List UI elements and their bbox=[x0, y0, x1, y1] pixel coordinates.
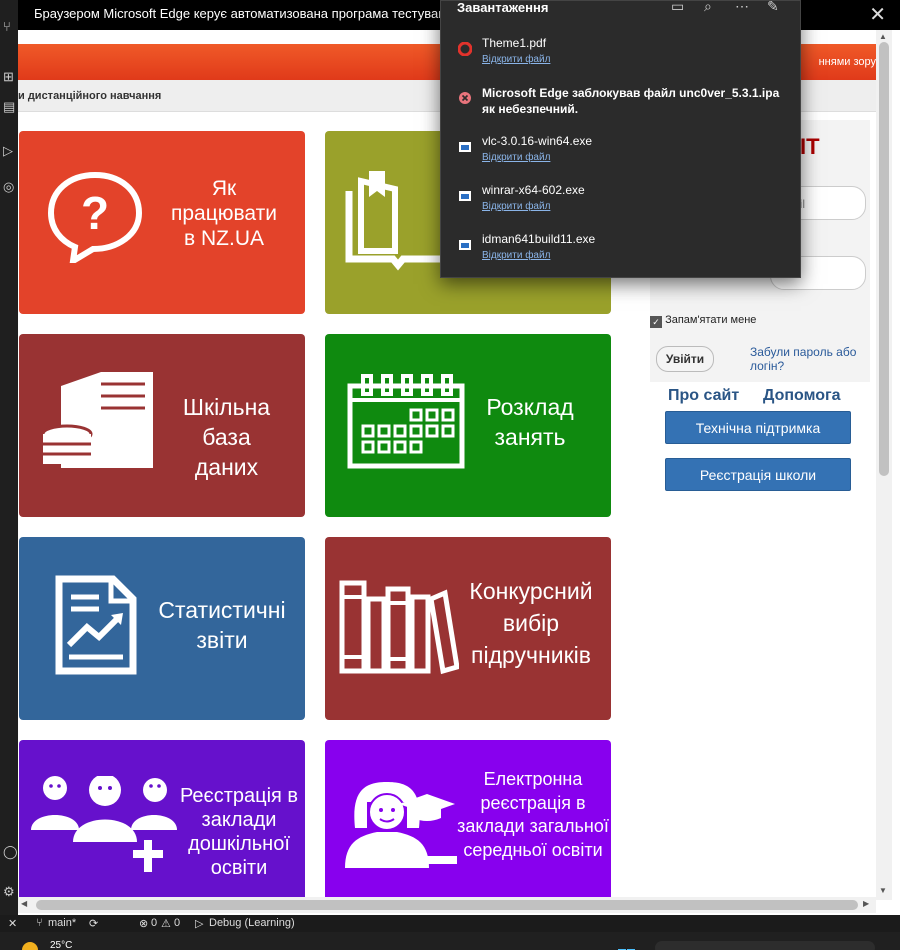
windows-start-icon[interactable] bbox=[618, 943, 636, 950]
source-control-icon[interactable]: ⑂ bbox=[3, 20, 17, 34]
tile-schedule[interactable]: Розклад занять bbox=[325, 334, 611, 517]
download-item[interactable]: vlc-3.0.16-win64.exe Відкрити файл bbox=[441, 134, 801, 182]
download-filename: vlc-3.0.16-win64.exe bbox=[482, 134, 593, 148]
blocked-icon bbox=[459, 92, 471, 104]
scroll-right-icon[interactable]: ▶ bbox=[863, 899, 869, 908]
report-chart-icon bbox=[55, 575, 137, 675]
question-bubble-icon: ? bbox=[47, 171, 143, 263]
pin-icon[interactable]: ✎ bbox=[767, 0, 779, 15]
branch-name[interactable]: main* bbox=[48, 917, 76, 929]
graduate-icon bbox=[345, 782, 457, 868]
people-add-icon bbox=[31, 776, 177, 872]
activity-bar: ⑂ ⊞ ▤ ▷ ◎ ◯ ⚙ bbox=[0, 0, 18, 915]
exe-icon bbox=[459, 240, 471, 250]
download-filename: Theme1.pdf bbox=[482, 36, 547, 50]
warning-count[interactable]: 0 bbox=[174, 917, 180, 929]
download-filename: idman641build11.exe bbox=[482, 232, 596, 246]
status-bar: ✕ ⑂ main* ⟳ ⊗ 0 ⚠ 0 ▷ Debug (Learning) bbox=[0, 915, 900, 932]
calendar-icon bbox=[347, 374, 465, 469]
tech-support-button[interactable]: Технічна підтримка bbox=[665, 411, 851, 444]
tile-school-registration[interactable]: Електронна реєстрація в заклади загально… bbox=[325, 740, 611, 900]
debug-config[interactable]: Debug (Learning) bbox=[209, 917, 295, 929]
tile-label: Розклад занять bbox=[486, 394, 574, 450]
download-filename: winrar-x64-602.exe bbox=[482, 183, 585, 197]
scroll-down-icon[interactable]: ▼ bbox=[879, 886, 887, 895]
remember-me[interactable]: ✓ Запам'ятати мене bbox=[650, 314, 756, 328]
tile-statistics[interactable]: Статистичні звіти bbox=[19, 537, 305, 720]
open-file-link[interactable]: Відкрити файл bbox=[482, 201, 550, 212]
books-icon bbox=[339, 580, 459, 675]
tile-how-to-work[interactable]: ? Як працювати в NZ.UA bbox=[19, 131, 305, 314]
weather-icon[interactable] bbox=[22, 942, 38, 950]
debug-icon[interactable]: ▷ bbox=[195, 917, 203, 930]
tile-label: Як працювати в NZ.UA bbox=[171, 177, 277, 250]
tile-label: Шкільна база даних bbox=[182, 394, 271, 480]
account-icon[interactable]: ◯ bbox=[3, 845, 18, 859]
temperature[interactable]: 25°C bbox=[50, 940, 72, 950]
checkbox-checked-icon[interactable]: ✓ bbox=[650, 316, 662, 328]
tile-preschool-registration[interactable]: Реєстрація в заклади дошкільної освіти bbox=[19, 740, 305, 900]
login-button[interactable]: Увійти bbox=[656, 346, 714, 372]
remember-label: Запам'ятати мене bbox=[665, 314, 757, 326]
tile-label: Електронна реєстрація в заклади загально… bbox=[457, 769, 609, 860]
scroll-left-icon[interactable]: ◀ bbox=[21, 899, 27, 908]
branch-icon[interactable]: ⑂ bbox=[36, 917, 43, 929]
folder-icon[interactable]: ▭ bbox=[671, 0, 684, 15]
tile-label: Статистичні звіти bbox=[158, 597, 286, 653]
tile-school-database[interactable]: Шкільна база даних bbox=[19, 334, 305, 517]
more-icon[interactable]: ⋯ bbox=[735, 0, 749, 15]
subheader-text: и дистанційного навчання bbox=[18, 90, 162, 102]
download-item[interactable]: Theme1.pdf Відкрити файл bbox=[441, 36, 801, 84]
site-brand: IT bbox=[800, 134, 820, 159]
explorer-icon[interactable]: ▤ bbox=[3, 100, 17, 114]
horizontal-scrollbar[interactable]: ◀ ▶ bbox=[18, 897, 876, 913]
debug-icon[interactable]: ▷ bbox=[3, 144, 17, 158]
remote-icon[interactable]: ✕ bbox=[8, 917, 17, 930]
vertical-scrollbar[interactable]: ▲ ▼ bbox=[876, 30, 892, 900]
extension-icon[interactable]: ⊞ bbox=[3, 70, 17, 84]
automation-notice: Браузером Microsoft Edge керує автоматиз… bbox=[34, 6, 464, 21]
book-icon bbox=[345, 171, 451, 271]
download-item[interactable]: idman641build11.exe Відкрити файл bbox=[441, 232, 801, 280]
exe-icon bbox=[459, 191, 471, 201]
settings-gear-icon[interactable]: ⚙ bbox=[3, 885, 17, 899]
search-icon[interactable]: ⌕ bbox=[704, 0, 712, 15]
svg-text:?: ? bbox=[81, 187, 109, 239]
taskbar-search[interactable] bbox=[655, 941, 875, 950]
accessibility-link[interactable]: ннями зору bbox=[819, 56, 876, 68]
tile-label: Конкурсний вибір підручників bbox=[469, 578, 593, 668]
taskbar: 25°C bbox=[0, 932, 900, 950]
close-icon[interactable]: ✕ bbox=[869, 2, 886, 27]
exe-icon bbox=[459, 142, 471, 152]
sync-icon[interactable]: ⟳ bbox=[89, 917, 98, 930]
open-file-link[interactable]: Відкрити файл bbox=[482, 152, 550, 163]
downloads-panel: Завантаження ▭ ⌕ ⋯ ✎ Theme1.pdf Відкрити… bbox=[440, 0, 801, 278]
scroll-up-icon[interactable]: ▲ bbox=[879, 32, 887, 41]
forgot-password-link[interactable]: Забули пароль або логін? bbox=[750, 345, 865, 373]
scroll-thumb[interactable] bbox=[879, 42, 889, 476]
downloads-title: Завантаження bbox=[457, 0, 549, 15]
open-file-link[interactable]: Відкрити файл bbox=[482, 54, 550, 65]
about-link[interactable]: Про сайт bbox=[668, 387, 739, 405]
downloads-header: Завантаження ▭ ⌕ ⋯ ✎ bbox=[441, 0, 801, 21]
error-icon[interactable]: ⊗ bbox=[139, 917, 148, 930]
warning-icon[interactable]: ⚠ bbox=[161, 917, 171, 930]
hscroll-thumb[interactable] bbox=[36, 900, 858, 910]
pdf-icon bbox=[458, 42, 472, 56]
download-item-blocked[interactable]: Microsoft Edge заблокував файл unc0ver_5… bbox=[441, 85, 801, 133]
help-link[interactable]: Допомога bbox=[763, 387, 841, 405]
open-file-link[interactable]: Відкрити файл bbox=[482, 250, 550, 261]
download-item[interactable]: winrar-x64-602.exe Відкрити файл bbox=[441, 183, 801, 231]
blocked-message: Microsoft Edge заблокував файл unc0ver_5… bbox=[482, 86, 780, 116]
screen: ⑂ ⊞ ▤ ▷ ◎ ◯ ⚙ Браузером Microsoft Edge к… bbox=[0, 0, 900, 950]
error-count[interactable]: 0 bbox=[151, 917, 157, 929]
database-server-icon bbox=[41, 372, 153, 468]
tile-textbooks[interactable]: Конкурсний вибір підручників bbox=[325, 537, 611, 720]
run-icon[interactable]: ◎ bbox=[3, 180, 17, 194]
tile-label: Реєстрація в заклади дошкільної освіти bbox=[179, 785, 299, 879]
register-school-button[interactable]: Реєстрація школи bbox=[665, 458, 851, 491]
